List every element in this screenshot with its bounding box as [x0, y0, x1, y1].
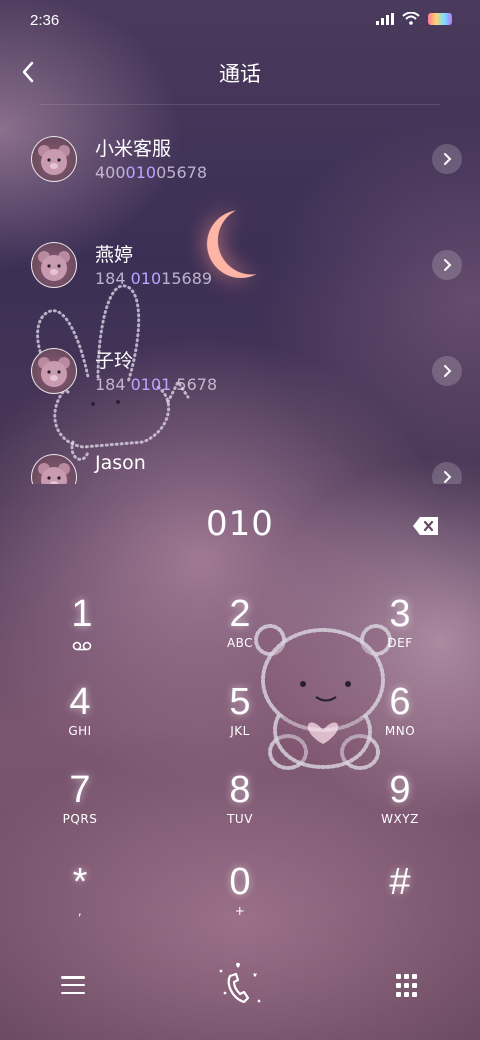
key-hash[interactable]: # [340, 860, 460, 940]
contact-name: Jason [95, 452, 146, 474]
key-letters: ABC [226, 636, 254, 650]
key-letters: DEF [387, 636, 413, 650]
dialpad-toggle-button[interactable] [394, 974, 418, 998]
key-9[interactable]: 9 WXYZ [340, 768, 460, 848]
status-bar: 2:36 [0, 0, 480, 44]
grid-dot [411, 992, 417, 997]
details-button[interactable] [432, 250, 462, 280]
status-icons [376, 12, 452, 25]
contact-list: 小米客服 40001005678 燕婷 184 01015689 子玲 184 … [0, 106, 480, 484]
key-6[interactable]: 6 MNO [340, 680, 460, 760]
grid-dot [395, 983, 401, 988]
key-digit: 8 [229, 769, 251, 811]
bottom-bar [0, 950, 480, 1020]
key-digit: # [389, 861, 411, 903]
list-item[interactable]: Jason [0, 424, 480, 484]
bear-avatar-icon [38, 463, 70, 484]
key-1[interactable]: 1 [22, 592, 142, 672]
key-3[interactable]: 3 DEF [340, 592, 460, 672]
contact-name: 子玲 [95, 350, 134, 372]
key-letters: MNO [384, 724, 416, 738]
key-digit: 0 [229, 861, 251, 903]
bear-avatar-icon [38, 145, 70, 175]
list-item[interactable]: 燕婷 184 01015689 [0, 212, 480, 318]
list-item[interactable]: 子玲 184 0101 5678 [0, 318, 480, 424]
bear-avatar-icon [38, 357, 70, 387]
contact-name: 燕婷 [95, 244, 134, 266]
phone-icon [219, 962, 261, 1004]
key-digit: 3 [389, 593, 411, 635]
key-digit: 1 [71, 593, 93, 635]
key-digit: 5 [229, 681, 251, 723]
key-2[interactable]: 2 ABC [180, 592, 300, 672]
details-button[interactable] [432, 462, 462, 484]
backspace-icon [413, 517, 438, 535]
dial-input-display[interactable]: 010 [0, 504, 480, 544]
key-digit: * [72, 861, 88, 903]
grid-dot [403, 974, 409, 979]
chevron-right-icon [444, 471, 452, 483]
grid-dot [411, 983, 417, 988]
grid-dot [395, 992, 401, 997]
grid-dot [403, 983, 409, 988]
bear-avatar-icon [38, 251, 70, 281]
call-button[interactable] [208, 954, 272, 1018]
key-0[interactable]: 0 + [180, 860, 300, 940]
avatar [31, 136, 77, 182]
contact-number: 40001005678 [95, 163, 207, 182]
menu-line [61, 991, 85, 994]
key-letters: GHI [68, 724, 92, 738]
key-letters: + [234, 904, 246, 918]
avatar [31, 242, 77, 288]
avatar [31, 454, 77, 484]
voicemail-icon [72, 641, 92, 651]
key-digit: 9 [389, 769, 411, 811]
signal-icon [376, 12, 394, 25]
wifi-icon [402, 12, 420, 25]
key-letters: JKL [230, 724, 250, 738]
grid-dot [411, 974, 417, 979]
details-button[interactable] [432, 144, 462, 174]
menu-line [61, 976, 85, 979]
key-5[interactable]: 5 JKL [180, 680, 300, 760]
header-divider [40, 104, 440, 105]
chevron-right-icon [444, 365, 452, 377]
grid-dot [403, 992, 409, 997]
contact-name: 小米客服 [95, 138, 172, 160]
contact-number: 184 01015689 [95, 269, 213, 288]
battery-icon [428, 12, 452, 25]
key-digit: 4 [69, 681, 91, 723]
key-letters: PQRS [62, 812, 98, 826]
key-4[interactable]: 4 GHI [20, 680, 140, 760]
key-letters: WXYZ [381, 812, 419, 826]
page-title: 通话 [219, 62, 261, 86]
list-item[interactable]: 小米客服 40001005678 [0, 106, 480, 212]
chevron-right-icon [444, 259, 452, 271]
menu-line [61, 983, 85, 987]
key-7[interactable]: 7 PQRS [20, 768, 140, 848]
delete-button[interactable] [410, 514, 442, 538]
details-button[interactable] [432, 356, 462, 386]
key-letters: TUV [227, 812, 253, 826]
key-letters: , [77, 904, 83, 918]
key-star[interactable]: * , [20, 860, 140, 940]
avatar [31, 348, 77, 394]
contact-number: 184 0101 5678 [95, 375, 218, 394]
key-8[interactable]: 8 TUV [180, 768, 300, 848]
header: 通话 [0, 48, 480, 96]
grid-dot [395, 974, 401, 979]
menu-button[interactable] [58, 972, 88, 998]
status-time: 2:36 [30, 12, 60, 29]
key-digit: 7 [69, 769, 91, 811]
key-digit: 2 [229, 593, 251, 635]
chevron-right-icon [444, 153, 452, 165]
key-digit: 6 [389, 681, 411, 723]
